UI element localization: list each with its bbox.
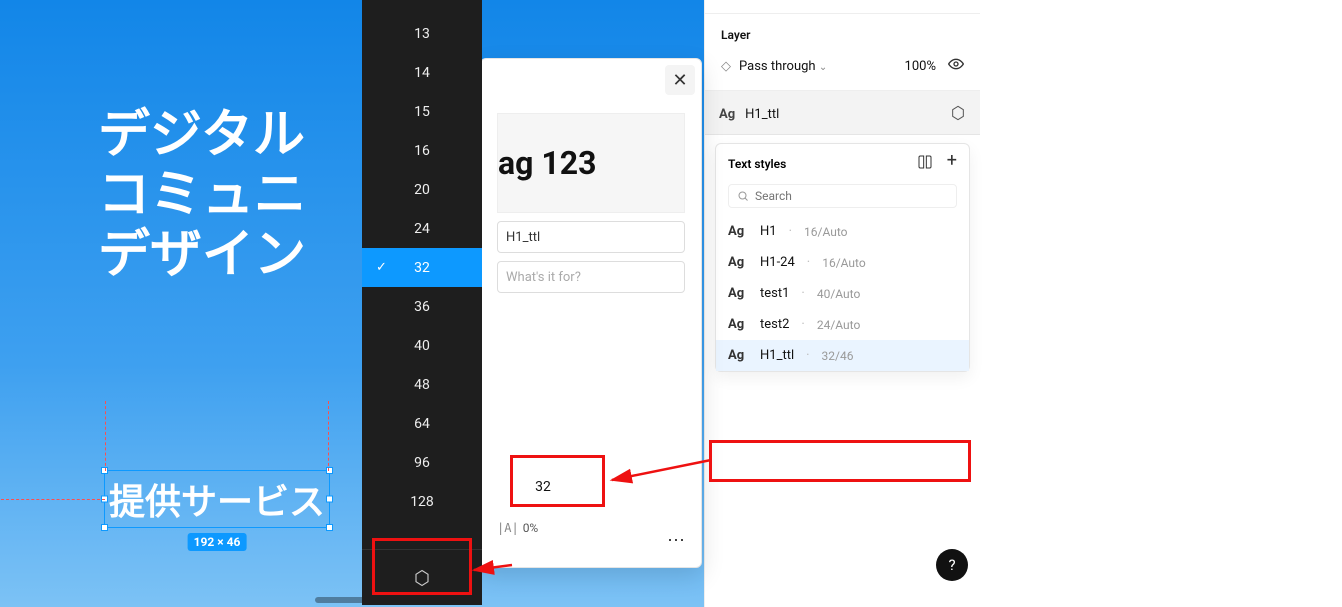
help-icon: ? [948, 556, 955, 574]
font-size-option[interactable]: 15 [362, 92, 482, 131]
text-style-item[interactable]: AgH1_ttl·32/46 [716, 340, 969, 371]
help-button[interactable]: ? [936, 549, 968, 581]
text-style-item[interactable]: AgH1·16/Auto [716, 216, 969, 247]
opacity-field[interactable]: 100% [905, 59, 936, 74]
font-size-option[interactable]: 20 [362, 170, 482, 209]
alignment-guide [1, 499, 105, 500]
current-text-style-row[interactable]: Ag H1_ttl [705, 91, 980, 135]
font-size-option[interactable]: 64 [362, 404, 482, 443]
ag-icon: Ag [728, 286, 750, 301]
add-style-button[interactable]: + [947, 154, 957, 174]
text-styles-title: Text styles [728, 157, 786, 171]
ag-icon: Ag [728, 317, 750, 332]
resize-handle[interactable] [326, 496, 333, 503]
search-icon [737, 190, 749, 202]
alignment-guide [328, 401, 329, 471]
style-hexagon-icon [413, 569, 431, 587]
text-style-item[interactable]: Agtest1·40/Auto [716, 278, 969, 309]
visibility-toggle[interactable] [948, 56, 964, 76]
blend-mode-icon: ◇ [721, 59, 731, 74]
text-style-item[interactable]: AgH1-24·16/Auto [716, 247, 969, 278]
font-size-option[interactable]: 32 [362, 248, 482, 287]
library-icon[interactable] [917, 154, 933, 174]
font-size-option[interactable]: 24 [362, 209, 482, 248]
layer-section-title: Layer [721, 28, 964, 42]
chevron-down-icon: ⌄ [819, 62, 827, 73]
ag-icon: Ag [728, 224, 750, 239]
canvas-title-text: デジタル コミュニ デザイン [98, 105, 306, 284]
more-options-button[interactable]: ⋯ [667, 530, 687, 551]
font-size-option[interactable]: 96 [362, 443, 482, 482]
font-size-option[interactable]: 16 [362, 131, 482, 170]
inspector-panel: Layer ◇ Pass through ⌄ 100% [704, 0, 980, 607]
font-size-option[interactable]: 14 [362, 53, 482, 92]
font-size-option[interactable]: 36 [362, 287, 482, 326]
text-style-item[interactable]: Agtest2·24/Auto [716, 309, 969, 340]
selected-text-layer[interactable]: 提供サービス 192 × 46 [104, 470, 330, 528]
font-size-field[interactable]: 32 [497, 463, 589, 511]
close-icon: ✕ [672, 70, 687, 91]
text-styles-panel: Text styles + AgH1·16/AutoAgH1-24·16/Aut… [715, 143, 970, 372]
ag-icon: Ag [728, 348, 750, 363]
ag-icon: Ag [719, 107, 735, 122]
style-description-input[interactable] [497, 261, 685, 293]
styles-search-input[interactable] [728, 184, 957, 208]
dimensions-badge: 192 × 46 [188, 533, 247, 551]
dropdown-footer[interactable] [362, 549, 482, 605]
eye-icon [948, 56, 964, 72]
resize-handle[interactable] [326, 524, 333, 531]
style-name-input[interactable] [497, 221, 685, 253]
ag-icon: Ag [728, 255, 750, 270]
font-size-option[interactable]: 13 [362, 14, 482, 53]
close-button[interactable]: ✕ [665, 65, 695, 95]
layer-section: Layer ◇ Pass through ⌄ 100% [705, 14, 980, 91]
style-preview: ag 123 [497, 113, 685, 213]
blend-mode-select[interactable]: Pass through ⌄ [739, 59, 827, 74]
ellipsis-icon: ⋯ [667, 530, 687, 551]
alignment-guide [105, 401, 106, 471]
font-size-dropdown[interactable]: 131415162024323640486496128 [362, 0, 482, 605]
resize-handle[interactable] [101, 524, 108, 531]
letter-spacing-field[interactable]: |A| 0% [497, 521, 538, 535]
font-size-option[interactable]: 40 [362, 326, 482, 365]
font-size-option[interactable]: 48 [362, 365, 482, 404]
edit-style-popover[interactable]: ✕ ag 123 32 |A| 0% ⋯ [480, 58, 702, 568]
selected-text[interactable]: 提供サービス 192 × 46 [104, 470, 330, 528]
letter-spacing-icon: |A| [497, 521, 519, 535]
detach-style-icon[interactable] [950, 105, 966, 121]
font-size-option[interactable]: 128 [362, 482, 482, 521]
